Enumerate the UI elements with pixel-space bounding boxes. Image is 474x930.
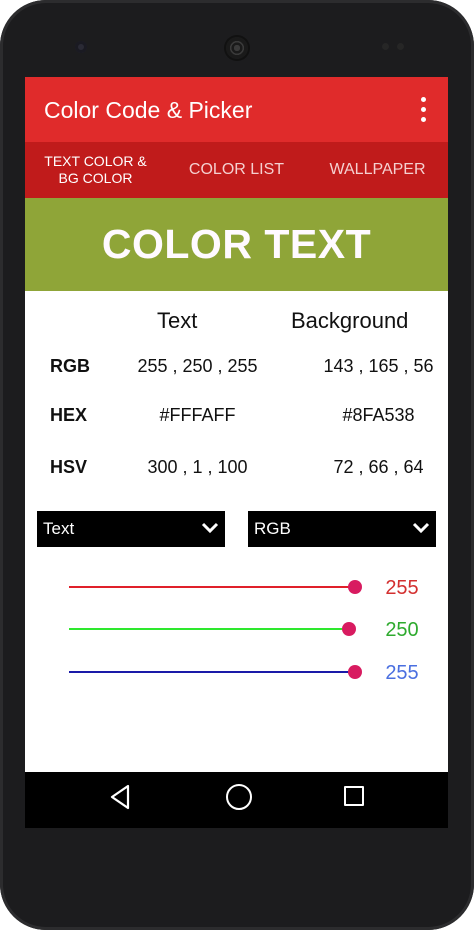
text-hsv-value: 300 , 1 , 100 [147, 457, 248, 477]
chevron-down-icon [201, 522, 219, 534]
red-value: 255 [385, 577, 419, 599]
proximity-sensor [382, 43, 389, 50]
background-hsv-value: 72 , 66 , 64 [333, 457, 424, 477]
background-hex-value: #8FA538 [342, 405, 415, 425]
chevron-down-icon [412, 522, 430, 534]
tab-label: TEXT COLOR & BG COLOR [44, 153, 147, 186]
background-rgb-value: 143 , 165 , 56 [323, 356, 434, 376]
phone-frame: Color Code & Picker TEXT COLOR & BG COLO… [0, 0, 474, 930]
tab-color-list[interactable]: COLOR LIST [166, 142, 307, 198]
back-icon[interactable] [109, 784, 131, 810]
row-label-hex: HEX [50, 405, 88, 425]
green-slider-thumb[interactable] [342, 622, 356, 636]
overflow-menu-icon[interactable] [413, 97, 433, 123]
blue-value: 255 [385, 662, 419, 684]
system-navigation-bar [25, 772, 448, 828]
tab-wallpaper[interactable]: WALLPAPER [307, 142, 448, 198]
column-header-background: Background [291, 308, 409, 333]
blue-slider-track[interactable] [69, 671, 355, 673]
green-slider-track[interactable] [69, 628, 349, 630]
tab-label: COLOR LIST [188, 161, 285, 178]
green-value: 250 [385, 619, 419, 641]
tab-label: WALLPAPER [329, 161, 426, 178]
red-slider-thumb[interactable] [348, 580, 362, 594]
text-hex-value: #FFFAFF [159, 405, 236, 425]
earpiece-speaker [226, 37, 248, 59]
recents-icon[interactable] [344, 786, 364, 806]
tab-bar: TEXT COLOR & BG COLOR COLOR LIST WALLPAP… [25, 142, 448, 263]
mode-dropdown[interactable]: RGB [248, 511, 436, 547]
app-title: Color Code & Picker [44, 97, 253, 123]
preview-text: COLOR TEXT [101, 221, 372, 267]
blue-slider-thumb[interactable] [348, 665, 362, 679]
target-dropdown[interactable]: Text [37, 511, 225, 547]
screen: Color Code & Picker TEXT COLOR & BG COLO… [25, 77, 448, 828]
tab-text-bg-color[interactable]: TEXT COLOR & BG COLOR [25, 142, 166, 198]
column-header-text: Text [157, 308, 198, 333]
text-rgb-value: 255 , 250 , 255 [137, 356, 258, 376]
app-bar: Color Code & Picker [25, 77, 448, 142]
home-icon[interactable] [226, 784, 252, 810]
red-slider-track[interactable] [69, 586, 355, 588]
row-label-hsv: HSV [50, 457, 88, 477]
mode-dropdown-value: RGB [254, 519, 291, 538]
color-preview: COLOR TEXT [25, 198, 448, 291]
front-camera [75, 41, 87, 53]
light-sensor [397, 43, 404, 50]
target-dropdown-value: Text [43, 519, 75, 538]
row-label-rgb: RGB [50, 356, 90, 376]
